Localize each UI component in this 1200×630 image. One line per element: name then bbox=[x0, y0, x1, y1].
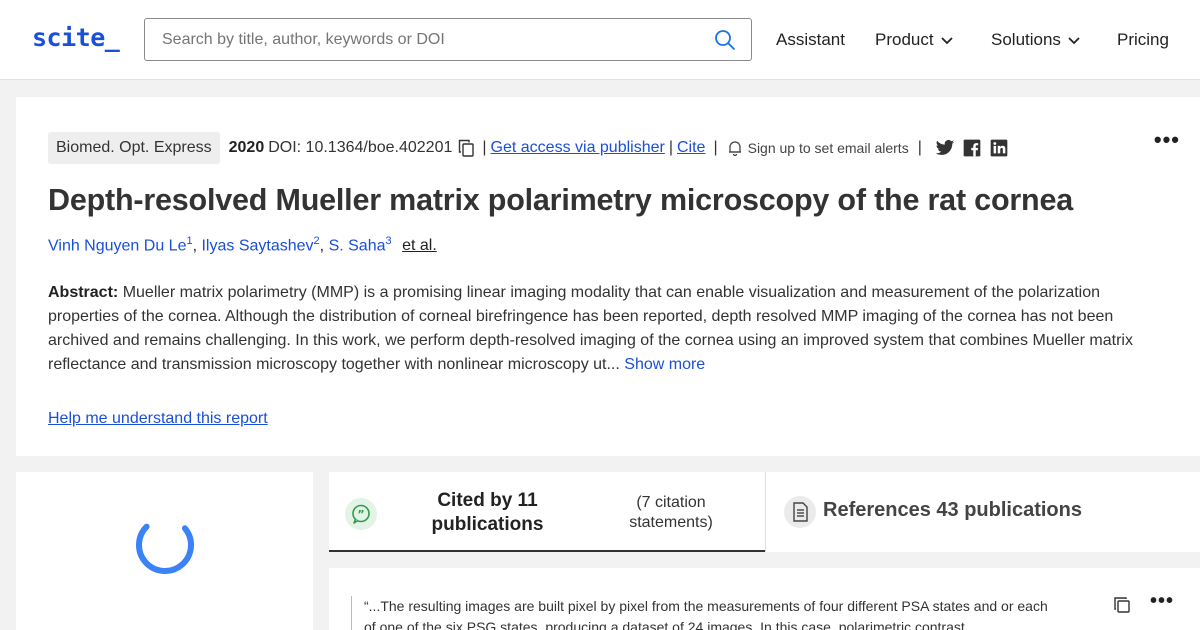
chevron-down-icon bbox=[940, 37, 953, 45]
article-card: Biomed. Opt. Express 2020 DOI: 10.1364/b… bbox=[16, 97, 1200, 456]
nav-pricing-label: Pricing bbox=[1117, 30, 1169, 49]
author-link[interactable]: Vinh Nguyen Du Le bbox=[48, 237, 186, 254]
loading-spinner-icon bbox=[136, 516, 194, 574]
abstract: Abstract: Mueller matrix polarimetry (MM… bbox=[48, 281, 1158, 377]
journal-badge[interactable]: Biomed. Opt. Express bbox=[48, 132, 220, 164]
more-options-icon[interactable]: ••• bbox=[1150, 590, 1174, 613]
abstract-text: Mueller matrix polarimetry (MMP) is a pr… bbox=[48, 284, 1133, 373]
linkedin-icon[interactable] bbox=[989, 138, 1009, 158]
facebook-icon[interactable] bbox=[962, 138, 982, 158]
scite-logo[interactable]: scite_ bbox=[32, 23, 120, 52]
email-alerts-link[interactable]: Sign up to set email alerts bbox=[748, 140, 909, 156]
copy-icon[interactable] bbox=[1113, 596, 1131, 614]
nav-assistant-label: Assistant bbox=[776, 30, 845, 49]
document-icon bbox=[784, 496, 816, 528]
cite-link[interactable]: Cite bbox=[677, 139, 705, 157]
search-icon[interactable] bbox=[713, 28, 737, 52]
search-input[interactable] bbox=[145, 19, 705, 60]
cited-by-label: Cited by 11 publications bbox=[431, 490, 544, 535]
article-meta: Biomed. Opt. Express 2020 DOI: 10.1364/b… bbox=[48, 131, 1009, 165]
abstract-label: Abstract: bbox=[48, 284, 119, 301]
nav-product[interactable]: Product bbox=[875, 30, 954, 50]
author-link[interactable]: Ilyas Saytashev bbox=[201, 237, 313, 254]
citation-statements-count: (7 citation statements) bbox=[629, 494, 713, 531]
bell-icon[interactable] bbox=[728, 140, 742, 156]
publication-year: 2020 bbox=[228, 139, 265, 156]
copy-icon[interactable] bbox=[458, 139, 475, 157]
author-list: Vinh Nguyen Du Le1, Ilyas Saytashev2, S.… bbox=[48, 235, 437, 255]
help-understand-link[interactable]: Help me understand this report bbox=[48, 410, 268, 428]
show-more-link[interactable]: Show more bbox=[624, 356, 705, 373]
separator: | bbox=[713, 139, 718, 156]
separator: | bbox=[668, 139, 673, 156]
citation-tabs: ” Cited by 11 publications (7 citation s… bbox=[329, 472, 1200, 552]
references-label: References 43 publications bbox=[823, 499, 1082, 521]
side-panel bbox=[16, 472, 313, 630]
twitter-icon[interactable] bbox=[935, 138, 955, 158]
tab-references[interactable]: References 43 publications bbox=[765, 472, 1200, 552]
et-al-link[interactable]: et al. bbox=[402, 237, 437, 254]
get-access-link[interactable]: Get access via publisher bbox=[491, 139, 665, 157]
citation-statement-text: “...The resulting images are built pixel… bbox=[351, 596, 1051, 630]
separator: | bbox=[917, 139, 922, 156]
author-affiliation: 3 bbox=[385, 235, 392, 247]
nav-solutions[interactable]: Solutions bbox=[991, 30, 1081, 50]
more-options-icon[interactable]: ••• bbox=[1154, 127, 1180, 153]
nav-pricing[interactable]: Pricing bbox=[1117, 30, 1169, 50]
author-separator: , bbox=[319, 237, 329, 255]
article-title: Depth-resolved Mueller matrix polarimetr… bbox=[48, 183, 1073, 217]
quote-icon: ” bbox=[345, 498, 377, 530]
nav-solutions-label: Solutions bbox=[991, 30, 1061, 49]
tab-cited-by[interactable]: ” Cited by 11 publications (7 citation s… bbox=[329, 472, 765, 552]
citation-statement-card: “...The resulting images are built pixel… bbox=[329, 568, 1200, 630]
svg-text:”: ” bbox=[357, 508, 364, 521]
nav-product-label: Product bbox=[875, 30, 934, 49]
nav-assistant[interactable]: Assistant bbox=[776, 30, 845, 50]
top-bar: scite_ Assistant Product Solutions Prici… bbox=[0, 0, 1200, 80]
chevron-down-icon bbox=[1068, 37, 1080, 45]
doi-text: DOI: 10.1364/boe.402201 bbox=[268, 139, 453, 156]
search-box[interactable] bbox=[144, 18, 752, 61]
separator: | bbox=[482, 139, 487, 156]
author-link[interactable]: S. Saha bbox=[329, 237, 386, 254]
